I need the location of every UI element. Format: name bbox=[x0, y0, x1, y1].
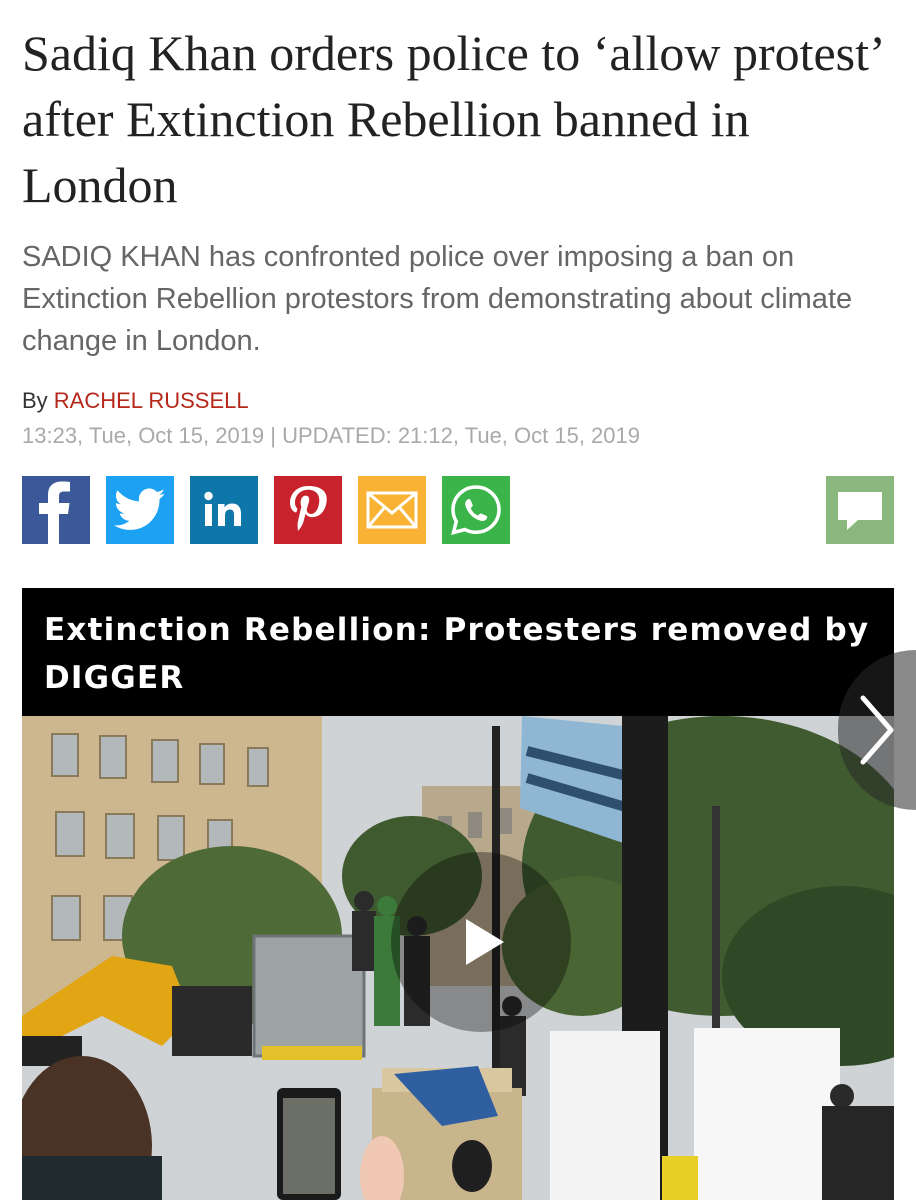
facebook-icon bbox=[39, 481, 70, 544]
play-icon bbox=[466, 919, 504, 965]
comment-bubble-icon bbox=[838, 492, 882, 530]
twitter-icon bbox=[114, 488, 166, 530]
share-email-button[interactable] bbox=[358, 476, 426, 544]
linkedin-icon bbox=[204, 491, 241, 526]
chevron-right-icon bbox=[860, 695, 894, 765]
play-button[interactable] bbox=[391, 852, 571, 1032]
share-whatsapp-button[interactable] bbox=[442, 476, 510, 544]
author-link[interactable]: RACHEL RUSSELL bbox=[54, 388, 249, 413]
article-dateline: 13:23, Tue, Oct 15, 2019 | UPDATED: 21:1… bbox=[22, 423, 640, 448]
video-player[interactable]: Extinction Rebellion: Protesters removed… bbox=[22, 588, 894, 1200]
share-twitter-button[interactable] bbox=[106, 476, 174, 544]
article-headline: Sadiq Khan orders police to ‘allow prote… bbox=[22, 25, 882, 213]
email-icon bbox=[366, 491, 418, 529]
share-facebook-button[interactable] bbox=[22, 476, 90, 544]
byline-prefix: By bbox=[22, 388, 54, 413]
pinterest-icon bbox=[290, 486, 327, 531]
article-standfirst: SADIQ KHAN has confronted police over im… bbox=[22, 241, 853, 357]
byline: By RACHEL RUSSELL bbox=[22, 386, 249, 416]
video-title: Extinction Rebellion: Protesters removed… bbox=[22, 588, 894, 716]
whatsapp-icon bbox=[451, 485, 501, 535]
share-pinterest-button[interactable] bbox=[274, 476, 342, 544]
share-linkedin-button[interactable] bbox=[190, 476, 258, 544]
comments-button[interactable] bbox=[826, 476, 894, 544]
